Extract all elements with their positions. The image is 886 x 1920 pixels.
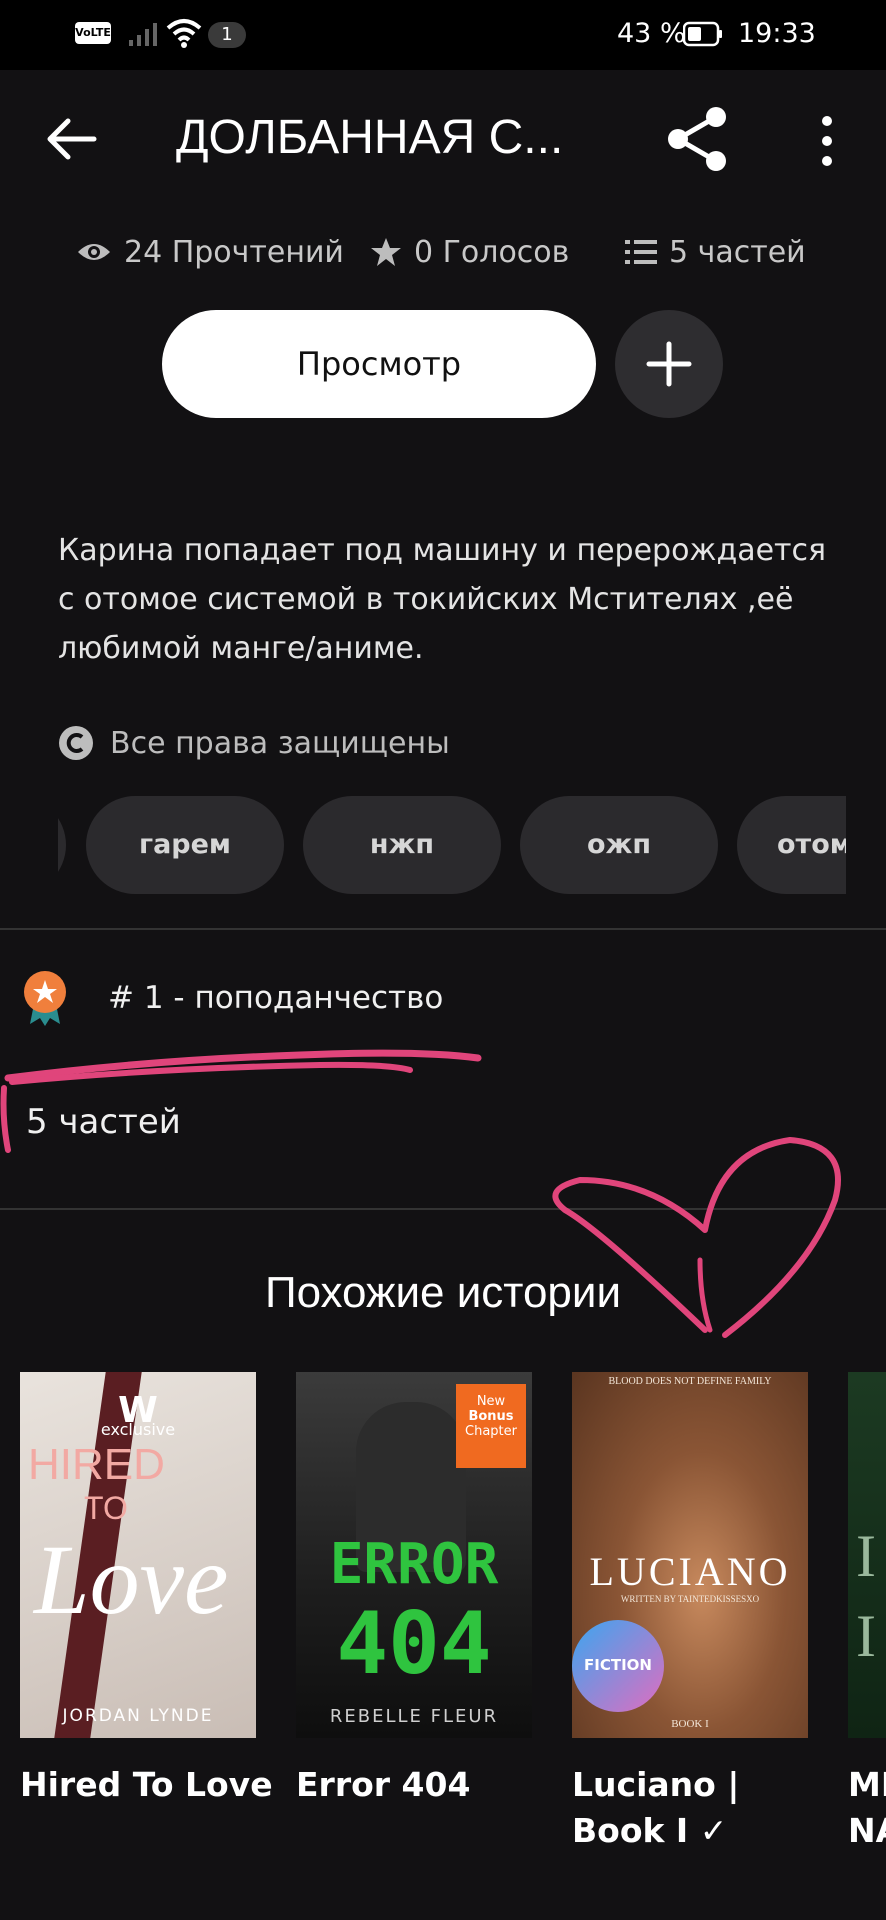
cover-text: exclusive [100, 1420, 176, 1439]
book-title[interactable]: Luciano | Book I ✓ [572, 1762, 808, 1854]
cover-text: REBELLE FLEUR [329, 1706, 499, 1727]
share-icon[interactable] [666, 105, 730, 173]
cover-text: LUCIANO [589, 1549, 791, 1594]
tag-chip[interactable]: ожп [520, 796, 718, 894]
reads-count: 24 Прочтений [124, 234, 344, 270]
book-cover-hired-to-love[interactable]: W exclusive HIRED TO Love JORDAN LYNDE [20, 1372, 256, 1738]
reads-stat: 24 Прочтений [76, 232, 344, 272]
tag-chip[interactable]: гарем [86, 796, 284, 894]
book-cover-luciano[interactable]: BLOOD DOES NOT DEFINE FAMILY LUCIANO WRI… [572, 1372, 808, 1738]
back-arrow-icon[interactable] [42, 115, 98, 163]
votes-stat: 0 Голосов [370, 232, 569, 272]
tag-list: гарем нжп ожп отом [58, 796, 846, 894]
notification-badge: 1 [208, 22, 246, 48]
book-title[interactable]: MI NA [848, 1762, 886, 1854]
cover-text: BLOOD DOES NOT DEFINE FAMILY [608, 1376, 772, 1387]
book-title[interactable]: Hired To Love [20, 1762, 273, 1808]
ranking-text[interactable]: # 1 - поподанчество [108, 980, 443, 1016]
tag-chip[interactable]: отом [737, 796, 846, 894]
volte-icon: VoLTE [75, 22, 111, 44]
status-bar: VoLTE 1 43 % 19:33 [0, 0, 886, 70]
cover-text: JORDAN LYNDE [62, 1706, 214, 1726]
award-badge: FICTION [572, 1620, 664, 1712]
battery-percent: 43 % [617, 18, 686, 49]
cover-text: FICTION [584, 1656, 652, 1674]
star-icon [371, 238, 401, 266]
eye-icon [78, 244, 110, 260]
cover-text: Chapter [465, 1424, 517, 1439]
more-options-icon[interactable] [812, 115, 842, 167]
votes-count: 0 Голосов [414, 234, 570, 270]
plus-icon [646, 341, 692, 387]
wifi-icon [166, 19, 202, 48]
bonus-badge: New Bonus Chapter [456, 1384, 526, 1468]
view-button[interactable]: Просмотр [162, 310, 596, 418]
cover-text: 404 [336, 1594, 492, 1694]
cover-text: Bonus [468, 1409, 514, 1424]
copyright-notice: Все права защищены [58, 725, 450, 761]
tag-chip[interactable] [58, 796, 66, 894]
list-icon [625, 240, 657, 264]
w-logo-icon: W [118, 1390, 158, 1431]
signal-icon [129, 23, 157, 46]
clock: 19:33 [738, 18, 816, 49]
book-cover-partial[interactable]: I I [848, 1372, 886, 1738]
copyright-icon [59, 726, 93, 760]
cover-text: I [856, 1523, 876, 1589]
divider [0, 928, 886, 930]
cover-text: ERROR [329, 1532, 499, 1597]
cover-text: HIRED [28, 1440, 165, 1489]
cover-text: New [476, 1394, 506, 1409]
ranking-badge-icon [24, 971, 66, 1026]
divider [0, 1208, 886, 1210]
battery-icon [683, 21, 722, 47]
cover-text: WRITTEN BY TAINTEDKISSESXO [620, 1594, 760, 1604]
copyright-text: Все права защищены [110, 725, 450, 761]
add-to-library-button[interactable] [615, 310, 723, 418]
tag-chip[interactable]: нжп [303, 796, 501, 894]
book-cover-error-404[interactable]: New Bonus Chapter ERROR 404 REBELLE FLEU… [296, 1372, 532, 1738]
parts-stat: 5 частей [625, 232, 806, 272]
parts-count: 5 частей [669, 234, 806, 270]
parts-summary[interactable]: 5 частей [26, 1102, 181, 1142]
cover-text: BOOK I [671, 1718, 709, 1730]
similar-stories-heading: Похожие истории [264, 1268, 622, 1317]
story-description: Карина попадает под машину и перерождает… [58, 533, 827, 666]
story-title: ДОЛБАННАЯ С... [176, 111, 564, 164]
cover-text: Love [34, 1524, 229, 1635]
book-title[interactable]: Error 404 [296, 1762, 470, 1808]
cover-text: I [856, 1603, 876, 1669]
